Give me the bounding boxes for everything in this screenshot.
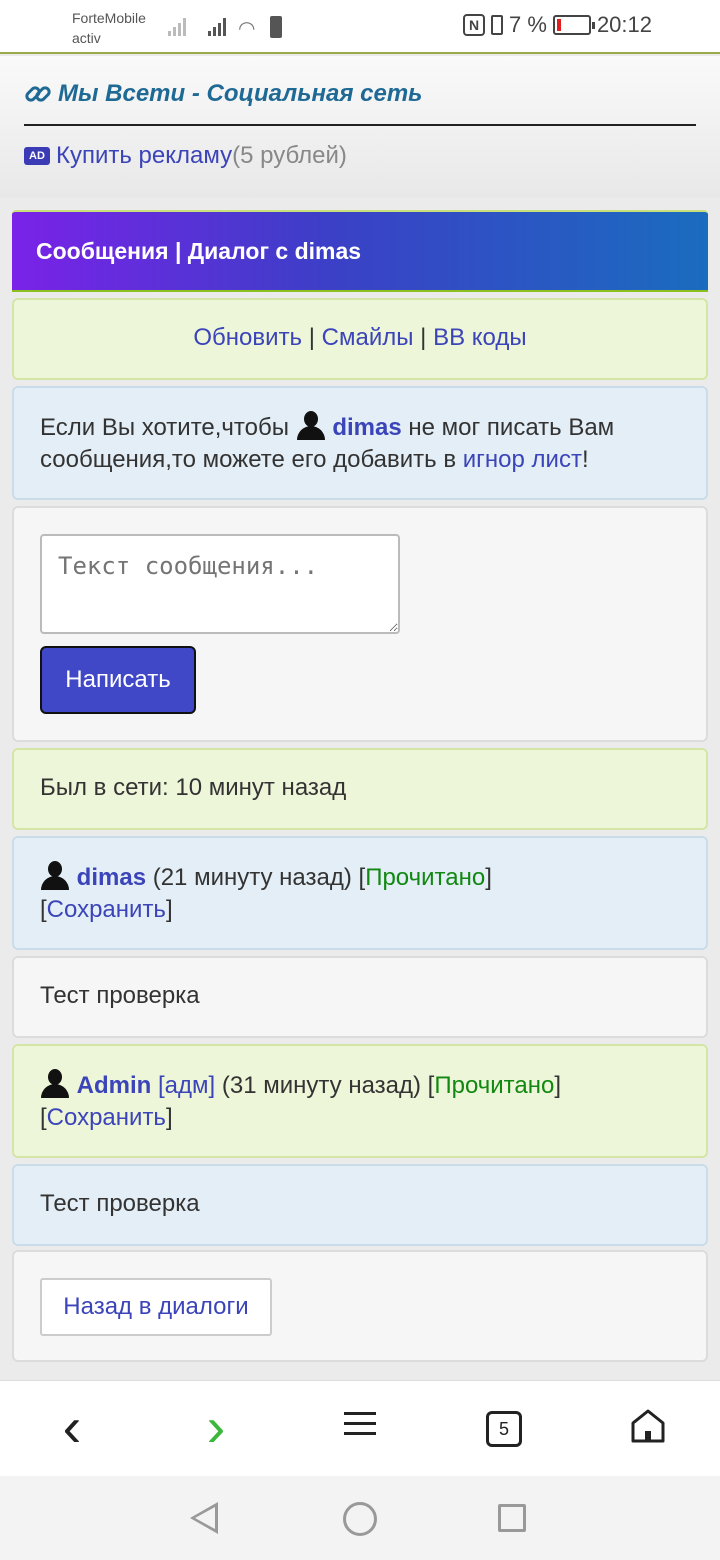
- site-header: Мы Всети - Социальная сеть AD Купить рек…: [0, 56, 720, 198]
- back-icon[interactable]: ‹: [50, 1399, 94, 1455]
- message-input[interactable]: [40, 534, 400, 634]
- nav-recents-icon[interactable]: [498, 1504, 526, 1532]
- forward-icon[interactable]: ›: [194, 1399, 238, 1455]
- page-title: Сообщения | Диалог с dimas: [36, 238, 362, 264]
- tabs-icon[interactable]: 5: [486, 1411, 522, 1447]
- nfc-icon: N: [463, 14, 486, 36]
- menu-icon[interactable]: [338, 1407, 382, 1451]
- author-link[interactable]: dimas: [77, 864, 146, 891]
- message-header: dimas (21 минуту назад) [Прочитано] [Сохр…: [12, 836, 708, 950]
- last-seen-text: Был в сети: 10 минут назад: [40, 774, 347, 801]
- notice-text: !: [581, 446, 589, 473]
- status-right: N 7 % 20:12: [463, 12, 652, 38]
- home-icon[interactable]: [626, 1407, 670, 1451]
- system-navigation: [0, 1476, 720, 1560]
- link-icon: [25, 86, 51, 102]
- battery-percent: 7 %: [509, 12, 547, 37]
- toolbar: Обновить | Смайлы | BB коды: [12, 298, 708, 380]
- signal-icon-sim1: [168, 14, 186, 36]
- send-button[interactable]: Написать: [40, 646, 196, 714]
- message-time: (31 минуту назад): [215, 1072, 428, 1099]
- ignore-list-link[interactable]: игнор лист: [463, 446, 582, 473]
- ad-price: (5 рублей): [232, 142, 347, 169]
- site-title-link[interactable]: Мы Всети - Социальная сеть: [24, 80, 422, 108]
- smiles-link[interactable]: Смайлы: [322, 324, 414, 351]
- buy-ad-link[interactable]: Купить рекламу: [56, 142, 232, 169]
- user-icon: [40, 860, 70, 890]
- wifi-icon: ◠: [238, 18, 256, 40]
- message-body: Тест проверка: [12, 956, 708, 1038]
- ignore-notice: Если Вы хотите,чтобы dimas не мог писать…: [12, 386, 708, 500]
- author-link[interactable]: Admin: [77, 1072, 152, 1099]
- browser-toolbar: ‹ › 5: [0, 1380, 720, 1476]
- divider: [24, 124, 696, 126]
- bbcodes-link[interactable]: BB коды: [433, 324, 527, 351]
- refresh-link[interactable]: Обновить: [193, 324, 302, 351]
- back-to-dialogs-button[interactable]: Назад в диалоги: [40, 1278, 272, 1336]
- read-status: Прочитано: [365, 864, 486, 891]
- panel-header: Сообщения | Диалог с dimas: [12, 210, 708, 292]
- message-text: Тест проверка: [40, 1190, 200, 1217]
- separator: |: [413, 324, 434, 351]
- user-icon: [296, 410, 326, 440]
- carrier-name: ForteMobile activ: [72, 8, 146, 48]
- user-icon: [40, 1068, 70, 1098]
- back-section: Назад в диалоги: [12, 1250, 708, 1362]
- message-header: Admin [адм] (31 минуту назад) [Прочитано…: [12, 1044, 708, 1158]
- read-status: Прочитано: [434, 1072, 555, 1099]
- battery-alert-icon: [270, 16, 282, 38]
- status-bar: ForteMobile activ ◠ N 7 % 20:12: [0, 0, 720, 54]
- carrier-line-1: ForteMobile: [72, 10, 146, 26]
- admin-badge: [адм]: [158, 1072, 216, 1099]
- last-seen: Был в сети: 10 минут назад: [12, 748, 708, 830]
- ad-row: AD Купить рекламу(5 рублей): [24, 142, 347, 170]
- separator: |: [302, 324, 322, 351]
- notice-text: Если Вы хотите,чтобы: [40, 414, 296, 441]
- signal-icon-sim2: [208, 14, 226, 36]
- carrier-line-2: activ: [72, 30, 101, 46]
- message-text: Тест проверка: [40, 982, 200, 1009]
- nav-home-icon[interactable]: [343, 1502, 377, 1536]
- vibrate-icon: [491, 15, 504, 35]
- compose-form: Написать: [12, 506, 708, 742]
- clock: 20:12: [596, 12, 652, 37]
- site-title: Мы Всети - Социальная сеть: [58, 80, 423, 107]
- save-message-link[interactable]: Сохранить: [47, 1104, 166, 1131]
- save-message-link[interactable]: Сохранить: [47, 896, 166, 923]
- message-body: Тест проверка: [12, 1164, 708, 1246]
- message-time: (21 минуту назад): [146, 864, 359, 891]
- battery-icon: [552, 15, 595, 35]
- nav-back-icon[interactable]: [190, 1502, 218, 1534]
- user-link-dimas[interactable]: dimas: [332, 414, 401, 441]
- ad-icon: AD: [24, 147, 50, 165]
